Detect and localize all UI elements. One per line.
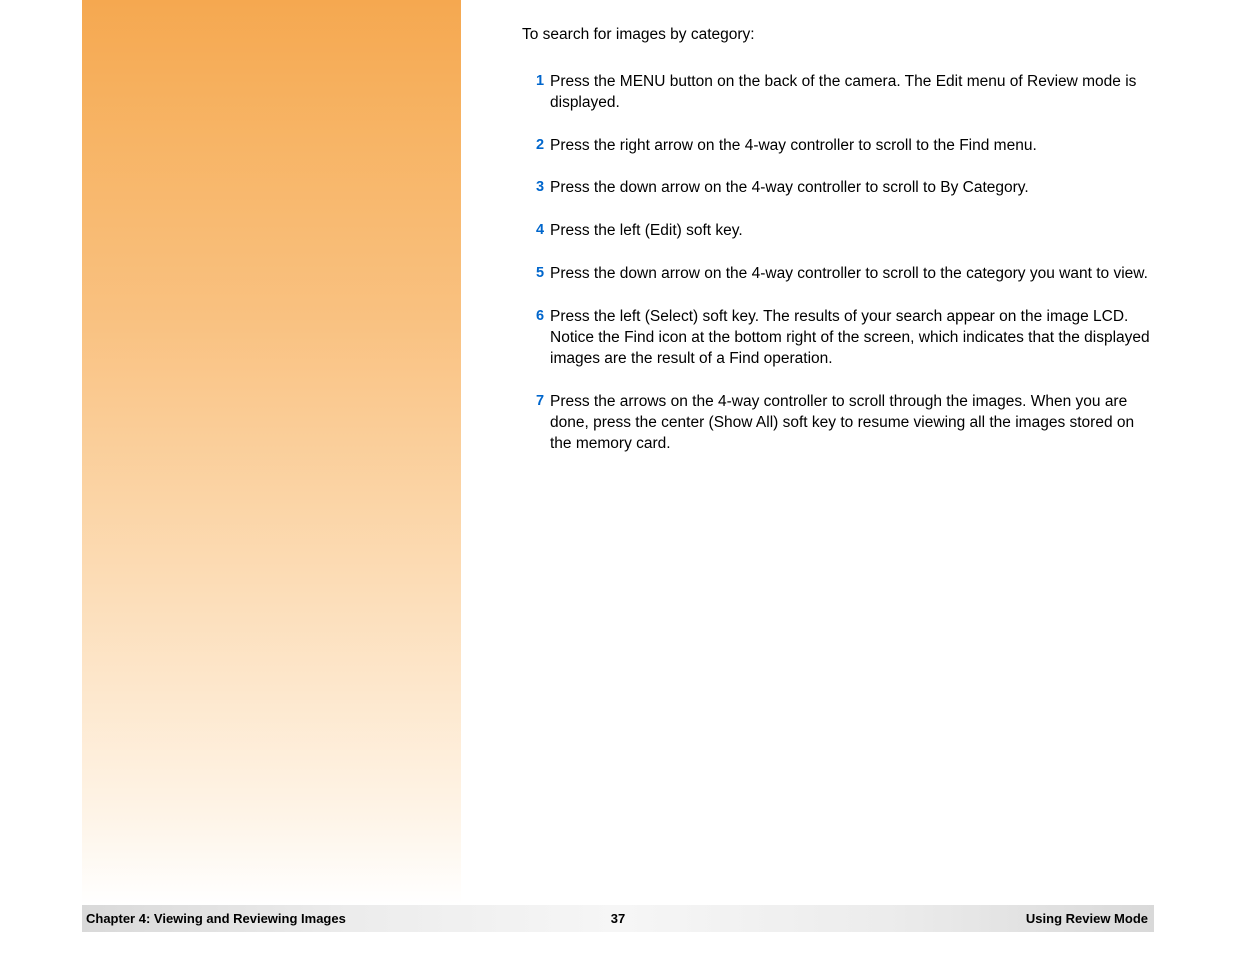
list-item: 5 Press the down arrow on the 4-way cont…	[522, 264, 1150, 285]
step-text: Press the down arrow on the 4-way contro…	[550, 178, 1150, 199]
step-list: 1 Press the MENU button on the back of t…	[522, 72, 1150, 455]
step-number: 5	[522, 264, 550, 284]
step-text: Press the left (Select) soft key. The re…	[550, 307, 1150, 370]
document-page: To search for images by category: 1 Pres…	[82, 0, 1154, 932]
list-item: 1 Press the MENU button on the back of t…	[522, 72, 1150, 114]
step-number: 1	[522, 72, 550, 92]
main-content: To search for images by category: 1 Pres…	[522, 24, 1150, 477]
step-text: Press the arrows on the 4-way controller…	[550, 392, 1150, 455]
intro-text: To search for images by category:	[522, 24, 1150, 46]
step-number: 2	[522, 136, 550, 156]
list-item: 6 Press the left (Select) soft key. The …	[522, 307, 1150, 370]
step-text: Press the MENU button on the back of the…	[550, 72, 1150, 114]
list-item: 2 Press the right arrow on the 4-way con…	[522, 136, 1150, 157]
sidebar-decorative-panel	[82, 0, 461, 905]
list-item: 7 Press the arrows on the 4-way controll…	[522, 392, 1150, 455]
step-number: 3	[522, 178, 550, 198]
page-number: 37	[611, 911, 625, 926]
step-text: Press the down arrow on the 4-way contro…	[550, 264, 1150, 285]
step-number: 7	[522, 392, 550, 412]
step-text: Press the right arrow on the 4-way contr…	[550, 136, 1150, 157]
footer-chapter-title: Chapter 4: Viewing and Reviewing Images	[86, 911, 346, 926]
step-number: 4	[522, 221, 550, 241]
step-text: Press the left (Edit) soft key.	[550, 221, 1150, 242]
page-footer: Chapter 4: Viewing and Reviewing Images …	[82, 905, 1154, 932]
step-number: 6	[522, 307, 550, 327]
list-item: 3 Press the down arrow on the 4-way cont…	[522, 178, 1150, 199]
list-item: 4 Press the left (Edit) soft key.	[522, 221, 1150, 242]
footer-section-title: Using Review Mode	[1026, 911, 1148, 926]
